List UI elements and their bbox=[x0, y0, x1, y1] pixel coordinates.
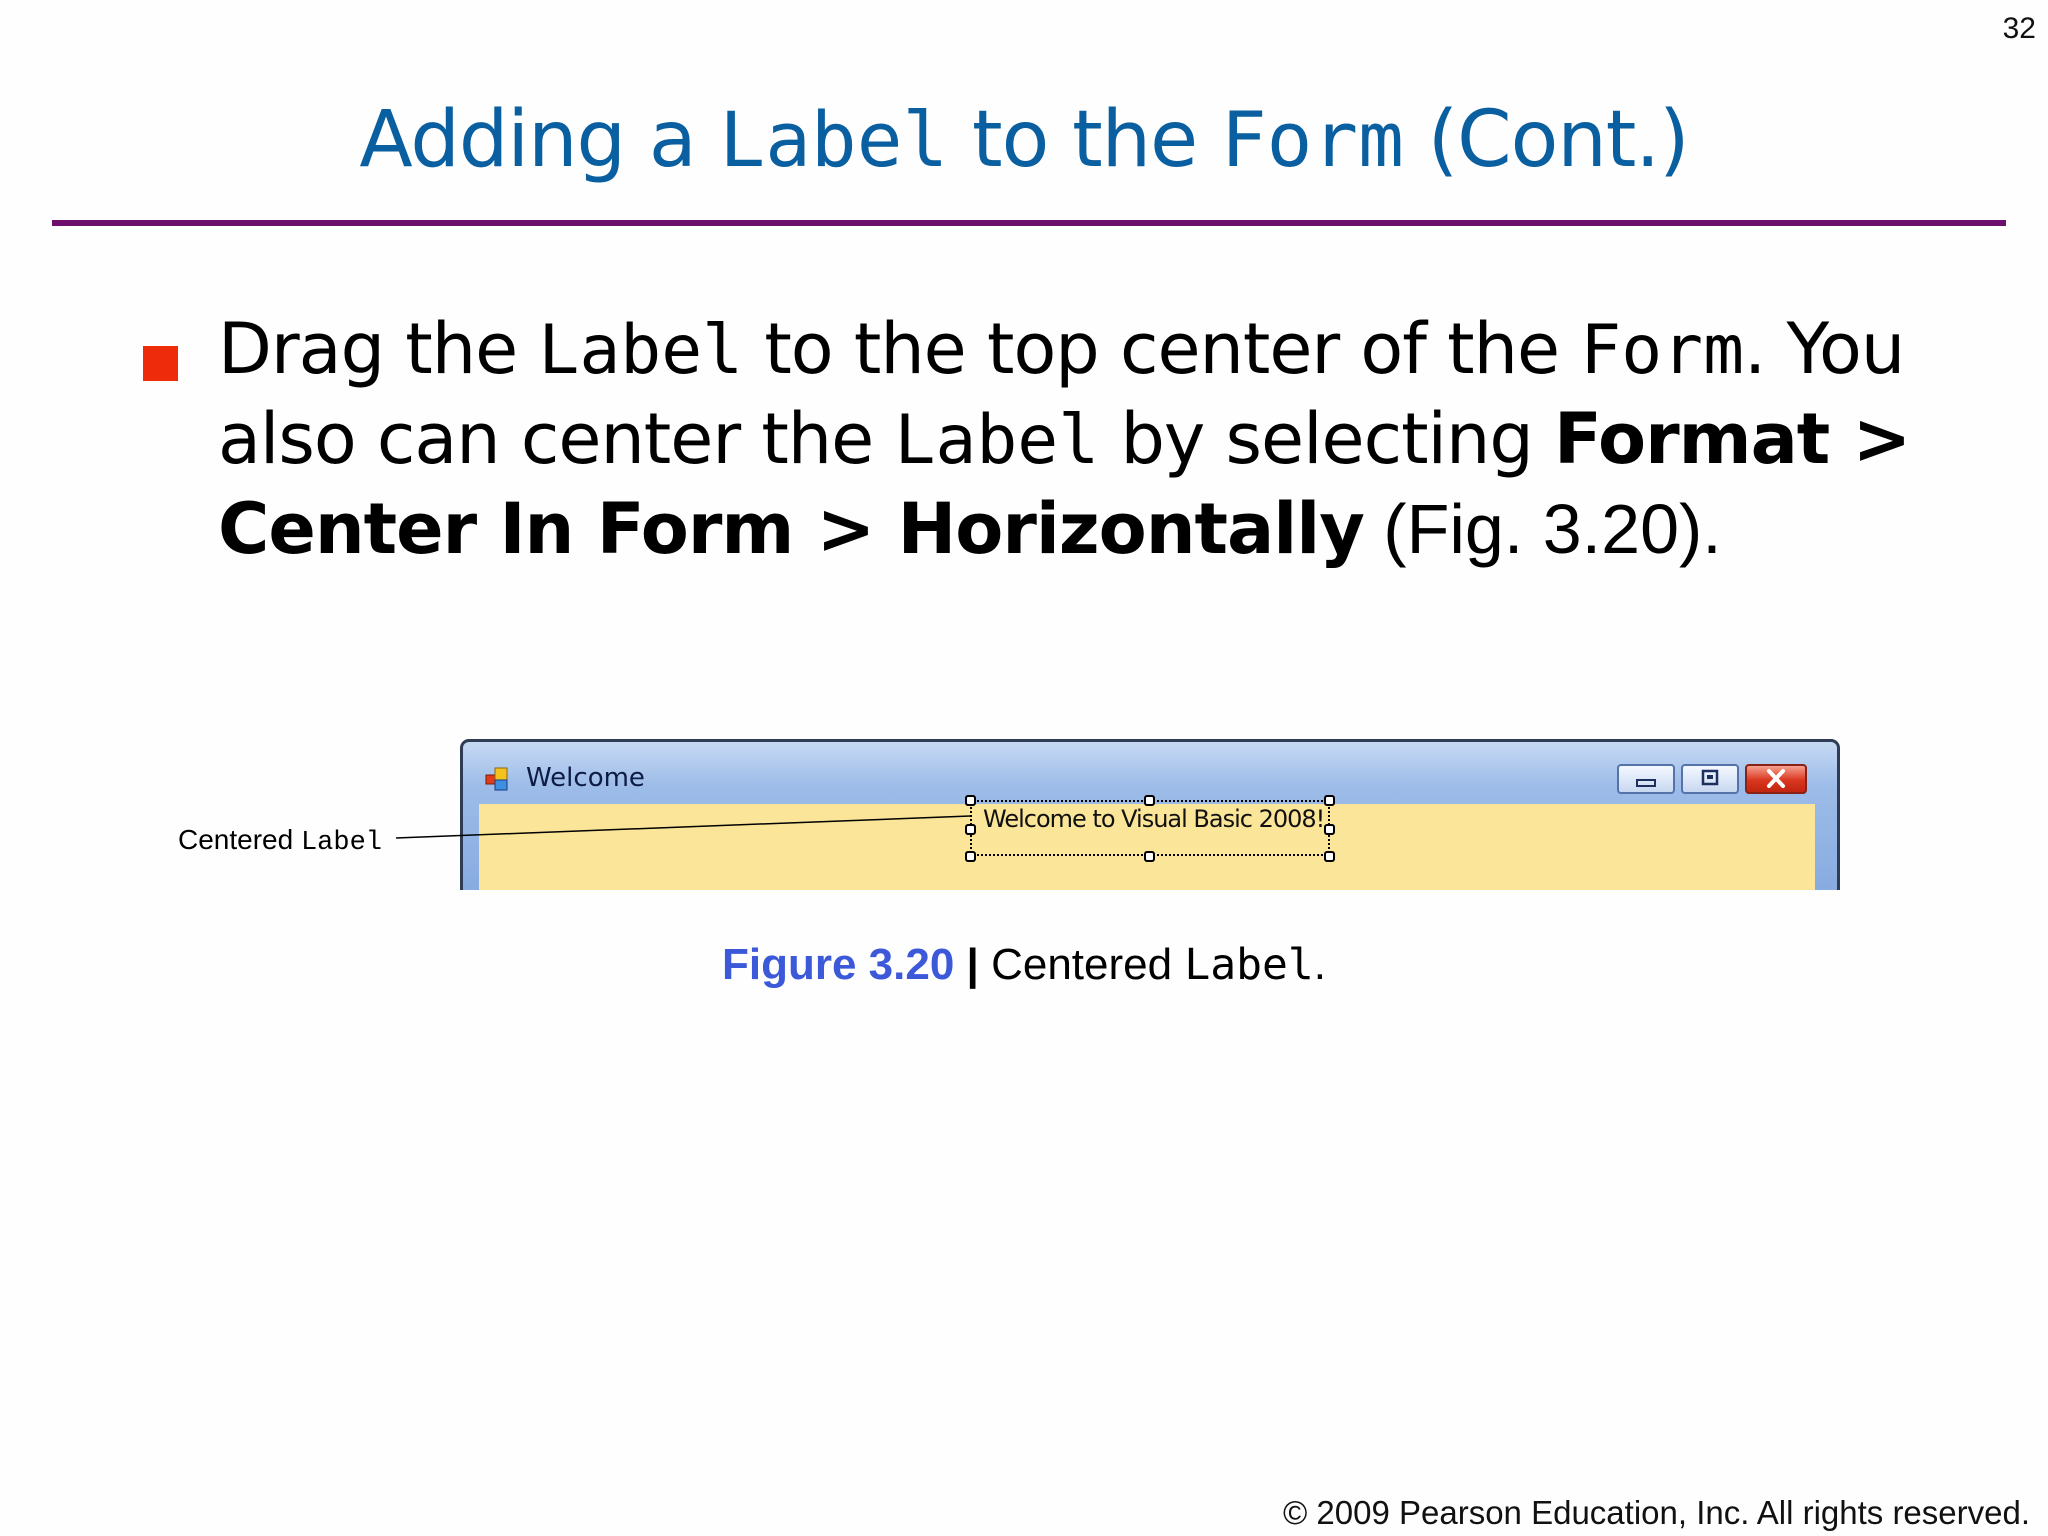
title-divider bbox=[52, 220, 2006, 226]
close-button[interactable] bbox=[1745, 764, 1807, 794]
resize-handle-middle-left[interactable] bbox=[965, 824, 976, 835]
bullet-text-4: by selecting bbox=[1099, 398, 1555, 480]
welcome-label[interactable]: Welcome to Visual Basic 2008! bbox=[983, 805, 1325, 833]
resize-handle-top-left[interactable] bbox=[965, 795, 976, 806]
caption-end: . bbox=[1313, 940, 1326, 989]
figure-number: Figure 3.20 bbox=[721, 940, 955, 989]
bullet-code-label-2: Label bbox=[894, 401, 1100, 480]
figure-caption: Figure 3.20 | Centered Label. bbox=[0, 940, 2048, 990]
form-window-title: Welcome bbox=[526, 763, 645, 793]
callout-code: Label bbox=[300, 828, 382, 858]
bullet-code-form: Form bbox=[1580, 311, 1745, 390]
minimize-icon bbox=[1636, 779, 1656, 787]
bullet-text-5: (Fig. 3.20). bbox=[1363, 490, 1722, 568]
maximize-icon bbox=[1701, 769, 1719, 786]
title-text-1: Adding a bbox=[359, 95, 720, 185]
slide-number: 32 bbox=[2002, 12, 2036, 45]
caption-separator: | bbox=[966, 940, 979, 989]
resize-handle-middle-right[interactable] bbox=[1324, 824, 1335, 835]
callout-label: Centered Label bbox=[178, 824, 382, 858]
bullet-text-1: Drag the bbox=[218, 308, 539, 390]
resize-handle-top-right[interactable] bbox=[1324, 795, 1335, 806]
title-text-2: to the bbox=[948, 95, 1221, 185]
form-window-icon bbox=[485, 767, 508, 791]
close-icon bbox=[1767, 769, 1785, 788]
resize-handle-bottom-center[interactable] bbox=[1144, 851, 1155, 862]
caption-code: Label bbox=[1184, 940, 1314, 990]
resize-handle-bottom-left[interactable] bbox=[965, 851, 976, 862]
bullet-square-icon bbox=[143, 346, 178, 381]
callout-text: Centered bbox=[178, 824, 301, 855]
bullet-code-label: Label bbox=[538, 311, 744, 390]
title-code-form: Form bbox=[1220, 95, 1404, 184]
maximize-button[interactable] bbox=[1681, 764, 1739, 794]
title-text-3: (Cont.) bbox=[1403, 95, 1690, 185]
bullet-text: Drag the Label to the top center of the … bbox=[218, 305, 1938, 574]
form-window-screenshot: Welcome Welcome to Visual Basic 2008! bbox=[460, 739, 1840, 890]
copyright-footer: © 2009 Pearson Education, Inc. All right… bbox=[1282, 1494, 2030, 1531]
minimize-button[interactable] bbox=[1617, 764, 1675, 794]
bullet-text-2: to the top center of the bbox=[743, 308, 1581, 390]
title-code-label: Label bbox=[719, 95, 949, 184]
slide-title: Adding a Label to the Form (Cont.) bbox=[0, 95, 2048, 185]
caption-text: Centered bbox=[978, 940, 1185, 989]
resize-handle-bottom-right[interactable] bbox=[1324, 851, 1335, 862]
